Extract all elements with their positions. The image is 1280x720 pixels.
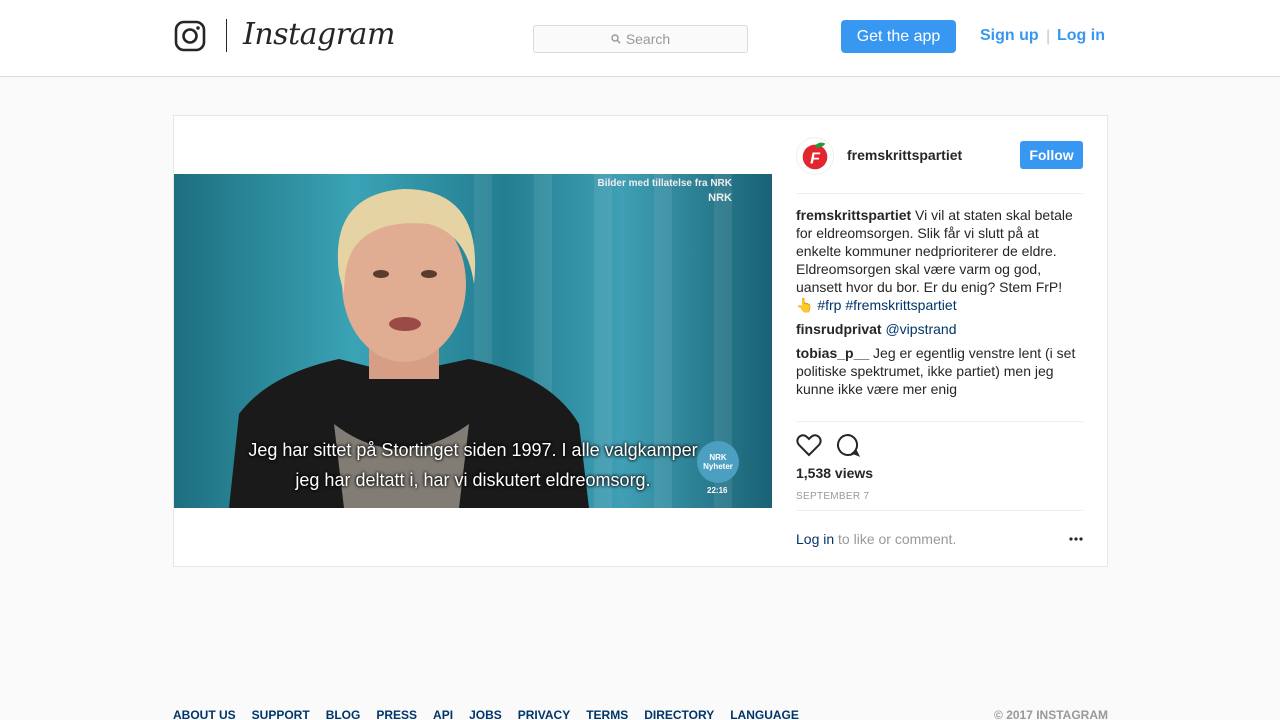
nrk-logo: NRK [708,192,732,204]
post-sidebar: F fremskrittspartiet Follow fremskrittsp… [772,116,1107,566]
nrk-nyheter-badge: NRK Nyheter [697,441,739,483]
caption: fremskrittspartiet Vi vil at staten skal… [796,206,1083,314]
heart-icon[interactable] [796,433,822,457]
comments-list: fremskrittspartiet Vi vil at staten skal… [796,206,1083,404]
comment-item: tobias_p__ Jeg er egentlig venstre lent … [796,344,1083,398]
login-prompt-suffix: to like or comment. [834,531,957,547]
footer-link-privacy[interactable]: PRIVACY [518,708,570,720]
copyright: © 2017 INSTAGRAM [994,708,1108,720]
caption-username[interactable]: fremskrittspartiet [796,207,911,223]
footer-link-support[interactable]: SUPPORT [252,708,310,720]
sidebar-divider [796,421,1083,422]
footer-link-language[interactable]: LANGUAGE [730,708,799,720]
footer: ABOUT US SUPPORT BLOG PRESS API JOBS PRI… [173,708,1108,720]
post-card: Bilder med tillatelse fra NRK NRK Jeg ha… [173,115,1108,567]
nyheter-badge-label: Nyheter [703,462,733,471]
video-subtitle-line-1: Jeg har sittet på Stortinget siden 1997.… [248,440,698,460]
logo-divider [226,19,227,52]
auth-separator: | [1046,28,1051,45]
sign-up-link[interactable]: Sign up [980,27,1039,45]
post-media: Bilder med tillatelse fra NRK NRK Jeg ha… [174,116,772,566]
svg-text:F: F [810,150,821,168]
top-navigation-bar: Instagram Search Get the app Sign up | L… [0,0,1280,77]
video-credit: Bilder med tillatelse fra NRK [597,178,732,189]
comment-mention[interactable]: @vipstrand [885,321,956,337]
caption-hashtags[interactable]: #frp #fremskrittspartiet [817,297,956,313]
instagram-wordmark[interactable]: Instagram [243,15,395,55]
log-in-link[interactable]: Log in [1057,27,1105,45]
footer-links: ABOUT US SUPPORT BLOG PRESS API JOBS PRI… [173,708,1108,720]
search-icon [611,34,621,44]
footer-link-press[interactable]: PRESS [376,708,417,720]
footer-link-about-us[interactable]: ABOUT US [173,708,236,720]
footer-link-directory[interactable]: DIRECTORY [644,708,714,720]
more-options-icon[interactable] [1068,536,1084,542]
view-count: 1,538 views [796,465,874,481]
footer-link-api[interactable]: API [433,708,453,720]
video-player[interactable]: Bilder med tillatelse fra NRK NRK Jeg ha… [174,174,772,508]
nyheter-badge-top: NRK [709,453,727,462]
login-to-comment-link[interactable]: Log in [796,531,834,547]
comment-username[interactable]: tobias_p__ [796,345,869,361]
search-placeholder: Search [625,31,671,47]
sidebar-divider [796,510,1083,511]
sidebar-divider [796,193,1083,194]
instagram-glyph-icon[interactable] [174,20,206,52]
comment-username[interactable]: finsrudprivat [796,321,882,337]
search-input[interactable]: Search [533,25,748,53]
video-subtitle-line-2: jeg har deltatt i, har vi diskutert eldr… [295,470,651,490]
post-author-username[interactable]: fremskrittspartiet [847,147,962,163]
get-the-app-button[interactable]: Get the app [841,20,956,53]
login-prompt: Log in to like or comment. [796,531,956,547]
footer-link-blog[interactable]: BLOG [326,708,361,720]
frp-logo-icon[interactable]: F [796,137,834,175]
footer-link-terms[interactable]: TERMS [586,708,628,720]
footer-link-jobs[interactable]: JOBS [469,708,502,720]
post-date[interactable]: SEPTEMBER 7 [796,491,869,502]
comment-icon[interactable] [836,433,860,457]
video-timestamp: 22:16 [707,486,728,495]
comment-item: finsrudprivat @vipstrand [796,320,1083,338]
follow-button[interactable]: Follow [1020,141,1083,169]
